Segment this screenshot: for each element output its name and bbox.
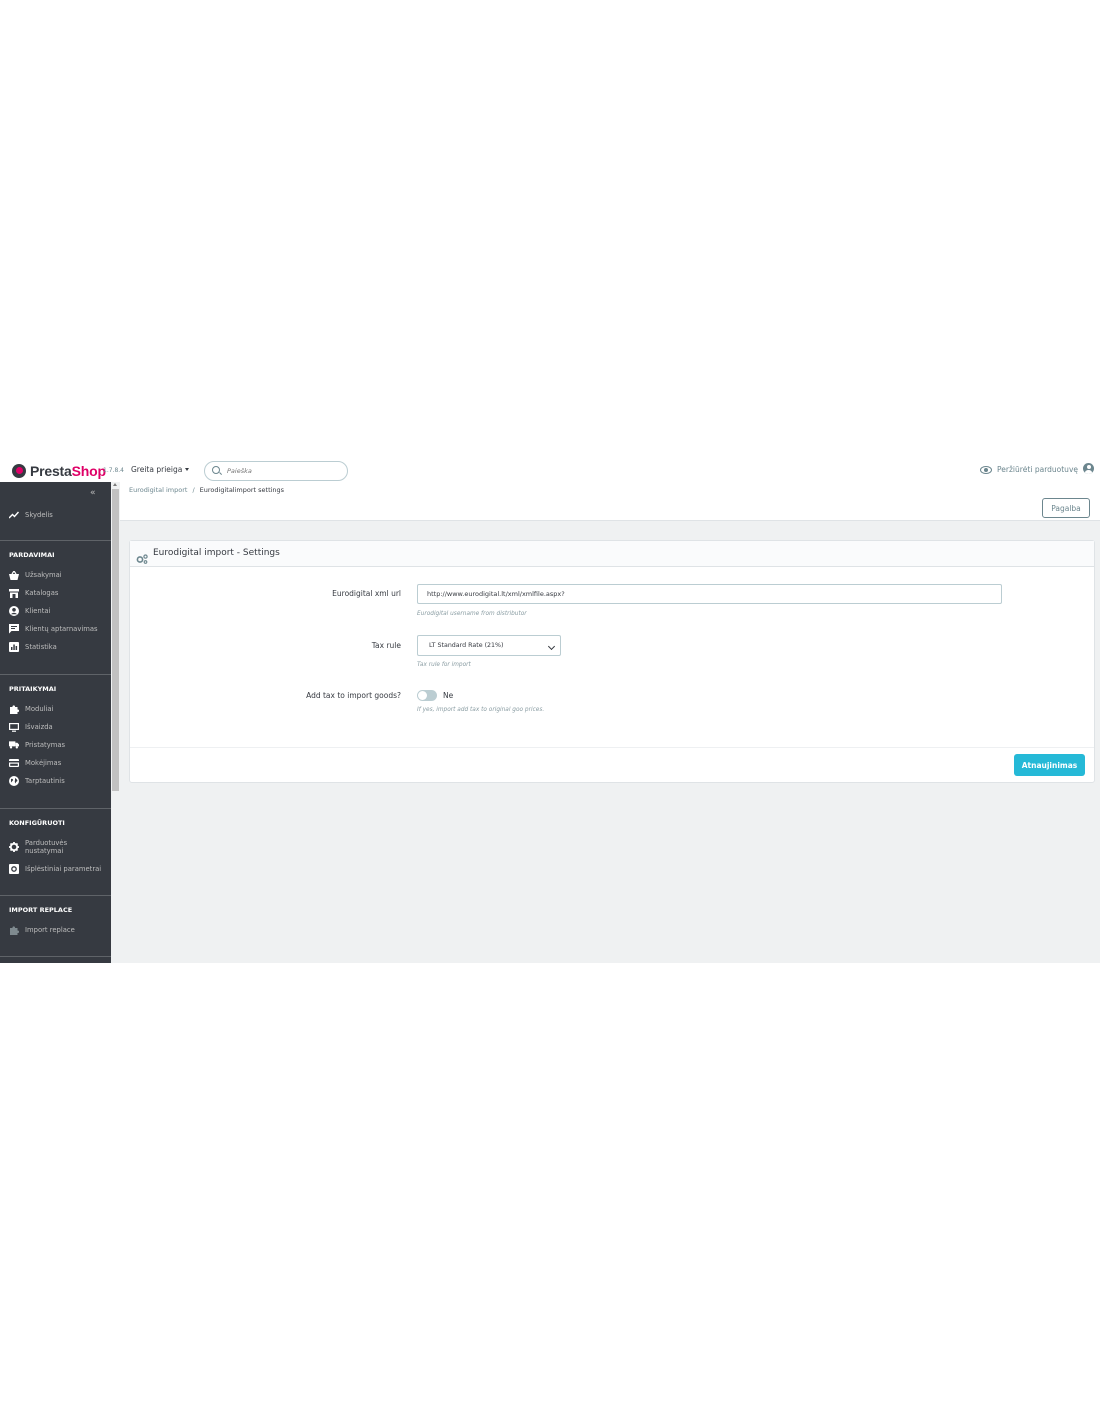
sidebar-item-international[interactable]: Tarptautinis [0,773,111,789]
sidebar-item-payment[interactable]: Mokėjimas [0,755,111,771]
sidebar-item-orders[interactable]: Užsakymai [0,567,111,583]
view-shop-link[interactable]: Peržiūrėti parduotuvę [980,465,1078,474]
tax-rule-label: Tax rule [371,641,401,650]
add-tax-toggle[interactable] [417,690,437,701]
sidebar-nav: « Skydelis PARDAVIMAI Užsakymai Kataloga… [0,482,111,963]
cogs-icon [136,549,148,564]
prestashop-logo-icon [12,464,26,478]
toggle-knob [418,691,427,700]
add-tax-help: If yes, import add tax to original goo p… [417,707,545,713]
panel-heading: Eurodigital import - Settings [130,541,1094,567]
sidebar-item-shipping[interactable]: Pristatymas [0,737,111,753]
add-tax-toggle-value: Ne [443,691,454,700]
sidebar-item-catalog[interactable]: Katalogas [0,585,111,601]
chevron-down-icon [547,642,556,651]
bar-chart-icon [9,642,19,652]
account-circle-icon [9,606,19,616]
sidebar-divider [0,540,111,541]
add-tax-label: Add tax to import goods? [306,691,401,700]
eye-icon [980,465,992,474]
sidebar-divider [0,895,111,896]
xml-url-input[interactable] [417,584,1002,604]
search-box[interactable] [204,461,348,481]
trending-up-icon [9,510,19,520]
settings-applications-icon [9,864,19,874]
sidebar-item-customers[interactable]: Klientai [0,603,111,619]
tax-rule-select[interactable]: LT Standard Rate (21%) [417,635,561,656]
top-header: PrestaShop 1.7.8.4 Greita prieiga Peržiū… [0,460,1100,482]
sidebar-item-modules[interactable]: Moduliai [0,701,111,717]
panel-title: Eurodigital import - Settings [153,548,280,558]
sidebar-item-dashboard[interactable]: Skydelis [0,507,111,523]
search-input[interactable] [227,465,337,476]
store-icon [9,588,19,598]
collapse-sidebar-button[interactable]: « [90,488,96,498]
breadcrumb-parent[interactable]: Eurodigital import [129,486,187,494]
sidebar-item-import-replace[interactable]: Import replace [0,922,111,938]
basket-icon [9,570,19,580]
section-title-configure: KONFIGŪRUOTI [9,819,65,827]
sidebar-divider [0,674,111,675]
app-window: PrestaShop 1.7.8.4 Greita prieiga Peržiū… [0,460,1100,963]
settings-panel: Eurodigital import - Settings Eurodigita… [129,540,1095,783]
sidebar-divider [0,956,111,957]
xml-url-label: Eurodigital xml url [332,589,401,598]
panel-footer [130,747,1094,783]
sidebar-scrollbar-thumb[interactable] [112,489,119,791]
section-title-import-replace: IMPORT REPLACE [9,906,73,914]
caret-down-icon [185,468,190,471]
quick-access-dropdown[interactable]: Greita prieiga [131,465,190,474]
breadcrumb: Eurodigital import / Eurodigitalimport set… [129,486,285,494]
user-account-icon[interactable] [1083,463,1094,474]
breadcrumb-current: Eurodigitalimport settings [199,486,285,494]
sidebar-item-advanced-parameters[interactable]: Išplėstiniai parametrai [0,861,111,877]
scroll-up-arrow-icon[interactable] [113,483,117,486]
globe-icon [9,776,19,786]
sidebar-divider [0,808,111,809]
puzzle-icon [9,925,19,935]
sidebar-item-shop-parameters[interactable]: Parduotuvės nustatymai [0,836,111,858]
truck-icon [9,740,19,750]
tax-rule-help: Tax rule for import [417,662,471,668]
desktop-icon [9,722,19,732]
sidebar-item-stats[interactable]: Statistika [0,639,111,655]
gear-icon [9,842,19,852]
chat-icon [9,624,19,634]
version-label: 1.7.8.4 [103,467,124,474]
logo-text: PrestaShop [30,463,106,479]
credit-card-icon [9,758,19,768]
sidebar-item-customer-service[interactable]: Klientų aptarnavimas [0,621,111,637]
xml-url-help: Eurodigital username from distributor [417,611,527,617]
section-title-customize: PRITAIKYMAI [9,685,57,693]
section-title-sales: PARDAVIMAI [9,551,55,559]
save-button[interactable]: Atnaujinimas [1014,754,1085,776]
puzzle-icon [9,704,19,714]
sidebar-item-design[interactable]: Išvaizda [0,719,111,735]
prestashop-logo[interactable]: PrestaShop [12,463,106,479]
search-icon[interactable] [212,466,220,474]
help-button[interactable]: Pagalba [1042,498,1090,518]
